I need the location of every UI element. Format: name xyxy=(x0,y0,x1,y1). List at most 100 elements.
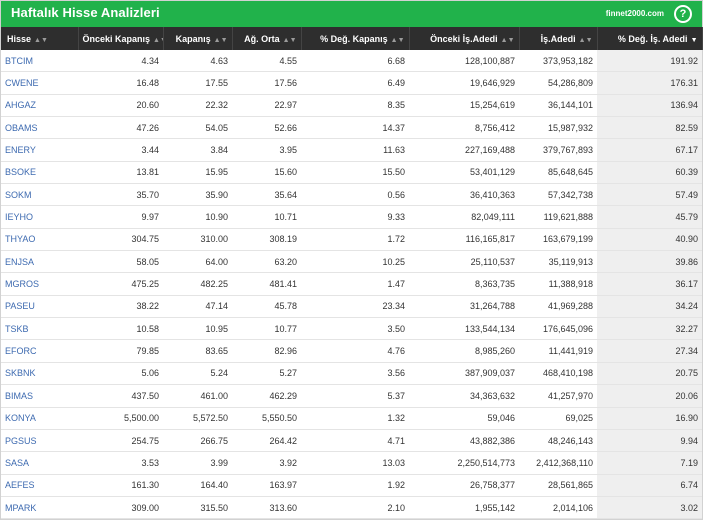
cell-weighted-avg: 4.55 xyxy=(232,50,301,73)
cell-close-change-pct: 3.56 xyxy=(301,362,409,386)
cell-prev-close: 304.75 xyxy=(78,228,163,252)
cell-prev-close: 254.75 xyxy=(78,429,163,453)
cell-symbol[interactable]: SKBNK xyxy=(1,362,78,386)
cell-prev-volume: 8,756,412 xyxy=(409,116,519,140)
cell-close-change-pct: 1.47 xyxy=(301,272,409,296)
cell-symbol[interactable]: BTCIM xyxy=(1,50,78,73)
cell-prev-close: 5,500.00 xyxy=(78,407,163,430)
cell-close-change-pct: 14.37 xyxy=(301,116,409,140)
table-row: MPARK 309.00 315.50 313.60 2.10 1,955,142 2,01… xyxy=(1,496,702,520)
cell-prev-volume: 36,410,363 xyxy=(409,183,519,207)
cell-weighted-avg: 82.96 xyxy=(232,339,301,363)
cell-close-change-pct: 0.56 xyxy=(301,183,409,207)
cell-prev-close: 16.48 xyxy=(78,71,163,95)
cell-symbol[interactable]: AHGAZ xyxy=(1,94,78,118)
cell-symbol[interactable]: MPARK xyxy=(1,496,78,520)
cell-volume-change-pct: 40.90 xyxy=(597,228,702,252)
column-header-deg-is-adedi[interactable]: % Değ. İş. Adedi ▼ xyxy=(597,27,703,50)
cell-symbol[interactable]: KONYA xyxy=(1,407,78,430)
cell-prev-close: 58.05 xyxy=(78,250,163,274)
help-icon[interactable]: ? xyxy=(674,5,692,23)
table-row: OBAMS 47.26 54.05 52.66 14.37 8,756,412 15,987… xyxy=(1,116,702,140)
column-header-hisse[interactable]: Hisse ▲▼ xyxy=(1,27,79,50)
cell-prev-volume: 8,363,735 xyxy=(409,272,519,296)
cell-symbol[interactable]: OBAMS xyxy=(1,116,78,140)
cell-symbol[interactable]: SASA xyxy=(1,451,78,475)
cell-symbol[interactable]: BSOKE xyxy=(1,161,78,185)
cell-symbol[interactable]: PGSUS xyxy=(1,429,78,453)
cell-symbol[interactable]: THYAO xyxy=(1,228,78,252)
cell-close-change-pct: 4.71 xyxy=(301,429,409,453)
cell-symbol[interactable]: BIMAS xyxy=(1,384,78,408)
cell-prev-close: 79.85 xyxy=(78,339,163,363)
cell-weighted-avg: 15.60 xyxy=(232,161,301,185)
cell-volume: 41,257,970 xyxy=(519,384,597,408)
cell-volume-change-pct: 60.39 xyxy=(597,161,702,185)
cell-close: 22.32 xyxy=(163,94,232,118)
table-row: TSKB 10.58 10.95 10.77 3.50 133,544,134 176,64… xyxy=(1,317,702,341)
cell-volume-change-pct: 7.19 xyxy=(597,451,702,475)
column-header-onceki-is-adedi[interactable]: Önceki İş.Adedi ▲▼ xyxy=(409,27,520,50)
cell-close-change-pct: 8.35 xyxy=(301,94,409,118)
cell-volume-change-pct: 57.49 xyxy=(597,183,702,207)
cell-symbol[interactable]: ENJSA xyxy=(1,250,78,274)
column-header-kapanis[interactable]: Kapanış ▲▼ xyxy=(163,27,233,50)
table-row: CWENE 16.48 17.55 17.56 6.49 19,646,929 54,286… xyxy=(1,71,702,95)
cell-symbol[interactable]: AEFES xyxy=(1,474,78,497)
cell-symbol[interactable]: IEYHO xyxy=(1,205,78,229)
cell-close-change-pct: 13.03 xyxy=(301,451,409,475)
cell-symbol[interactable]: SOKM xyxy=(1,183,78,207)
cell-close-change-pct: 2.10 xyxy=(301,496,409,520)
cell-close-change-pct: 6.68 xyxy=(301,50,409,73)
cell-prev-close: 20.60 xyxy=(78,94,163,118)
cell-prev-close: 9.97 xyxy=(78,205,163,229)
table-row: SOKM 35.70 35.90 35.64 0.56 36,410,363 57,342,… xyxy=(1,183,702,207)
table-row: AHGAZ 20.60 22.32 22.97 8.35 15,254,619 36,144… xyxy=(1,94,702,118)
column-header-ag-orta[interactable]: Ağ. Orta ▲▼ xyxy=(232,27,302,50)
cell-volume: 119,621,888 xyxy=(519,205,597,229)
cell-symbol[interactable]: CWENE xyxy=(1,71,78,95)
cell-close-change-pct: 3.50 xyxy=(301,317,409,341)
cell-close: 15.95 xyxy=(163,161,232,185)
cell-prev-volume: 19,646,929 xyxy=(409,71,519,95)
cell-close: 3.84 xyxy=(163,138,232,162)
cell-prev-volume: 82,049,111 xyxy=(409,205,519,229)
column-header-is-adedi[interactable]: İş.Adedi ▲▼ xyxy=(519,27,598,50)
cell-weighted-avg: 163.97 xyxy=(232,474,301,497)
cell-close: 164.40 xyxy=(163,474,232,497)
cell-volume-change-pct: 27.34 xyxy=(597,339,702,363)
sort-icon: ▲▼ xyxy=(282,36,297,44)
cell-prev-volume: 2,250,514,773 xyxy=(409,451,519,475)
cell-close-change-pct: 15.50 xyxy=(301,161,409,185)
table-row: SASA 3.53 3.99 3.92 13.03 2,250,514,773 2,412,… xyxy=(1,451,702,475)
cell-prev-volume: 116,165,817 xyxy=(409,228,519,252)
cell-symbol[interactable]: PASEU xyxy=(1,295,78,319)
cell-prev-volume: 128,100,887 xyxy=(409,50,519,73)
cell-volume: 373,953,182 xyxy=(519,50,597,73)
table-row: ENERY 3.44 3.84 3.95 11.63 227,169,488 379,767… xyxy=(1,138,702,162)
cell-weighted-avg: 308.19 xyxy=(232,228,301,252)
cell-symbol[interactable]: TSKB xyxy=(1,317,78,341)
cell-weighted-avg: 35.64 xyxy=(232,183,301,207)
cell-volume: 57,342,738 xyxy=(519,183,597,207)
table-row: BIMAS 437.50 461.00 462.29 5.37 34,363,632 41,… xyxy=(1,384,702,408)
cell-close: 461.00 xyxy=(163,384,232,408)
cell-volume: 379,767,893 xyxy=(519,138,597,162)
cell-symbol[interactable]: EFORC xyxy=(1,339,78,363)
cell-weighted-avg: 481.41 xyxy=(232,272,301,296)
cell-volume: 85,648,645 xyxy=(519,161,597,185)
table-row: SKBNK 5.06 5.24 5.27 3.56 387,909,037 468,410,… xyxy=(1,362,702,386)
cell-symbol[interactable]: ENERY xyxy=(1,138,78,162)
sort-icon: ▲▼ xyxy=(34,36,48,44)
sort-icon: ▲▼ xyxy=(500,36,515,44)
sort-icon: ▲▼ xyxy=(578,36,593,44)
cell-symbol[interactable]: MGROS xyxy=(1,272,78,296)
cell-prev-volume: 1,955,142 xyxy=(409,496,519,520)
column-header-deg-kapanis[interactable]: % Değ. Kapanış ▲▼ xyxy=(301,27,410,50)
cell-close: 310.00 xyxy=(163,228,232,252)
cell-prev-close: 437.50 xyxy=(78,384,163,408)
cell-close-change-pct: 1.72 xyxy=(301,228,409,252)
cell-close: 17.55 xyxy=(163,71,232,95)
column-header-onceki-kapanis[interactable]: Önceki Kapanış▲▼ xyxy=(78,27,164,50)
cell-prev-close: 47.26 xyxy=(78,116,163,140)
